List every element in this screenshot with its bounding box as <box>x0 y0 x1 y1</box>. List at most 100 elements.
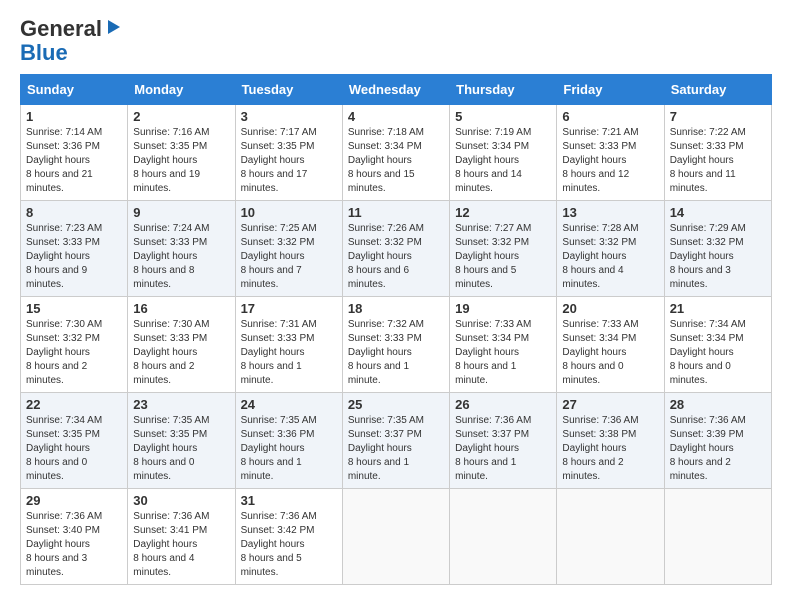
logo-general-text: General <box>20 16 102 42</box>
day-info: Sunrise: 7:23 AMSunset: 3:33 PMDaylight … <box>26 222 122 292</box>
day-number: 21 <box>670 301 766 316</box>
calendar-cell <box>450 489 557 585</box>
calendar-cell: 6 Sunrise: 7:21 AMSunset: 3:33 PMDaylight… <box>557 105 664 201</box>
day-number: 12 <box>455 205 551 220</box>
day-number: 14 <box>670 205 766 220</box>
day-number: 10 <box>241 205 337 220</box>
calendar-week-row: 8 Sunrise: 7:23 AMSunset: 3:33 PMDaylight… <box>21 201 772 297</box>
calendar-cell: 13 Sunrise: 7:28 AMSunset: 3:32 PMDayligh… <box>557 201 664 297</box>
logo: General Blue <box>20 16 122 66</box>
calendar-cell: 1 Sunrise: 7:14 AMSunset: 3:36 PMDaylight… <box>21 105 128 201</box>
day-info: Sunrise: 7:25 AMSunset: 3:32 PMDaylight … <box>241 222 337 292</box>
day-number: 19 <box>455 301 551 316</box>
weekday-header-saturday: Saturday <box>664 75 771 105</box>
day-info: Sunrise: 7:36 AMSunset: 3:40 PMDaylight … <box>26 510 122 580</box>
calendar-cell: 23Sunrise: 7:35 AMSunset: 3:35 PMDayligh… <box>128 393 235 489</box>
day-number: 16 <box>133 301 229 316</box>
day-info: Sunrise: 7:31 AMSunset: 3:33 PMDaylight … <box>241 318 337 388</box>
day-info: Sunrise: 7:36 AMSunset: 3:37 PMDaylight … <box>455 414 551 484</box>
day-info: Sunrise: 7:30 AMSunset: 3:32 PMDaylight … <box>26 318 122 388</box>
calendar-cell: 12 Sunrise: 7:27 AMSunset: 3:32 PMDayligh… <box>450 201 557 297</box>
day-info: Sunrise: 7:14 AMSunset: 3:36 PMDaylight … <box>26 126 122 196</box>
day-info: Sunrise: 7:33 AMSunset: 3:34 PMDaylight … <box>455 318 551 388</box>
weekday-header-monday: Monday <box>128 75 235 105</box>
day-info: Sunrise: 7:26 AMSunset: 3:32 PMDaylight … <box>348 222 444 292</box>
calendar-week-row: 15 Sunrise: 7:30 AMSunset: 3:32 PMDayligh… <box>21 297 772 393</box>
day-number: 30 <box>133 493 229 508</box>
calendar-cell: 19 Sunrise: 7:33 AMSunset: 3:34 PMDayligh… <box>450 297 557 393</box>
calendar-cell: 14 Sunrise: 7:29 AMSunset: 3:32 PMDayligh… <box>664 201 771 297</box>
day-info: Sunrise: 7:32 AMSunset: 3:33 PMDaylight … <box>348 318 444 388</box>
day-number: 27 <box>562 397 658 412</box>
day-info: Sunrise: 7:36 AMSunset: 3:38 PMDaylight … <box>562 414 658 484</box>
day-info: Sunrise: 7:35 AMSunset: 3:37 PMDaylight … <box>348 414 444 484</box>
day-info: Sunrise: 7:36 AMSunset: 3:42 PMDaylight … <box>241 510 337 580</box>
day-info: Sunrise: 7:27 AMSunset: 3:32 PMDaylight … <box>455 222 551 292</box>
day-info: Sunrise: 7:34 AMSunset: 3:35 PMDaylight … <box>26 414 122 484</box>
day-number: 24 <box>241 397 337 412</box>
calendar-header-row: SundayMondayTuesdayWednesdayThursdayFrid… <box>21 75 772 105</box>
calendar-cell: 8 Sunrise: 7:23 AMSunset: 3:33 PMDaylight… <box>21 201 128 297</box>
calendar-cell: 25Sunrise: 7:35 AMSunset: 3:37 PMDayligh… <box>342 393 449 489</box>
calendar-cell <box>664 489 771 585</box>
calendar-cell: 26 Sunrise: 7:36 AMSunset: 3:37 PMDayligh… <box>450 393 557 489</box>
day-number: 20 <box>562 301 658 316</box>
day-number: 28 <box>670 397 766 412</box>
day-number: 18 <box>348 301 444 316</box>
day-number: 31 <box>241 493 337 508</box>
day-info: Sunrise: 7:16 AMSunset: 3:35 PMDaylight … <box>133 126 229 196</box>
day-info: Sunrise: 7:30 AMSunset: 3:33 PMDaylight … <box>133 318 229 388</box>
calendar-cell: 27 Sunrise: 7:36 AMSunset: 3:38 PMDayligh… <box>557 393 664 489</box>
weekday-header-tuesday: Tuesday <box>235 75 342 105</box>
day-number: 4 <box>348 109 444 124</box>
calendar-cell <box>557 489 664 585</box>
day-info: Sunrise: 7:24 AMSunset: 3:33 PMDaylight … <box>133 222 229 292</box>
day-info: Sunrise: 7:21 AMSunset: 3:33 PMDaylight … <box>562 126 658 196</box>
weekday-header-wednesday: Wednesday <box>342 75 449 105</box>
day-info: Sunrise: 7:28 AMSunset: 3:32 PMDaylight … <box>562 222 658 292</box>
day-number: 7 <box>670 109 766 124</box>
calendar-cell: 22 Sunrise: 7:34 AMSunset: 3:35 PMDayligh… <box>21 393 128 489</box>
calendar-cell: 7 Sunrise: 7:22 AMSunset: 3:33 PMDaylight… <box>664 105 771 201</box>
day-number: 15 <box>26 301 122 316</box>
calendar-week-row: 22 Sunrise: 7:34 AMSunset: 3:35 PMDayligh… <box>21 393 772 489</box>
calendar-week-row: 29Sunrise: 7:36 AMSunset: 3:40 PMDayligh… <box>21 489 772 585</box>
day-number: 1 <box>26 109 122 124</box>
calendar-cell: 20 Sunrise: 7:33 AMSunset: 3:34 PMDayligh… <box>557 297 664 393</box>
calendar-week-row: 1 Sunrise: 7:14 AMSunset: 3:36 PMDaylight… <box>21 105 772 201</box>
calendar-cell: 15 Sunrise: 7:30 AMSunset: 3:32 PMDayligh… <box>21 297 128 393</box>
calendar-cell: 16 Sunrise: 7:30 AMSunset: 3:33 PMDayligh… <box>128 297 235 393</box>
day-info: Sunrise: 7:33 AMSunset: 3:34 PMDaylight … <box>562 318 658 388</box>
day-info: Sunrise: 7:36 AMSunset: 3:39 PMDaylight … <box>670 414 766 484</box>
day-number: 11 <box>348 205 444 220</box>
day-info: Sunrise: 7:35 AMSunset: 3:36 PMDaylight … <box>241 414 337 484</box>
day-info: Sunrise: 7:29 AMSunset: 3:32 PMDaylight … <box>670 222 766 292</box>
calendar-cell: 2 Sunrise: 7:16 AMSunset: 3:35 PMDaylight… <box>128 105 235 201</box>
day-number: 2 <box>133 109 229 124</box>
calendar-cell: 4 Sunrise: 7:18 AMSunset: 3:34 PMDaylight… <box>342 105 449 201</box>
day-info: Sunrise: 7:22 AMSunset: 3:33 PMDaylight … <box>670 126 766 196</box>
day-info: Sunrise: 7:17 AMSunset: 3:35 PMDaylight … <box>241 126 337 196</box>
day-number: 5 <box>455 109 551 124</box>
calendar-cell: 9 Sunrise: 7:24 AMSunset: 3:33 PMDaylight… <box>128 201 235 297</box>
day-number: 9 <box>133 205 229 220</box>
day-number: 13 <box>562 205 658 220</box>
day-number: 6 <box>562 109 658 124</box>
weekday-header-sunday: Sunday <box>21 75 128 105</box>
day-number: 26 <box>455 397 551 412</box>
logo-blue-text: Blue <box>20 40 68 65</box>
calendar-cell: 3Sunrise: 7:17 AMSunset: 3:35 PMDaylight… <box>235 105 342 201</box>
calendar-cell: 5 Sunrise: 7:19 AMSunset: 3:34 PMDaylight… <box>450 105 557 201</box>
day-info: Sunrise: 7:18 AMSunset: 3:34 PMDaylight … <box>348 126 444 196</box>
calendar-cell: 30Sunrise: 7:36 AMSunset: 3:41 PMDayligh… <box>128 489 235 585</box>
day-number: 22 <box>26 397 122 412</box>
calendar-cell: 11 Sunrise: 7:26 AMSunset: 3:32 PMDayligh… <box>342 201 449 297</box>
calendar-cell <box>342 489 449 585</box>
day-info: Sunrise: 7:19 AMSunset: 3:34 PMDaylight … <box>455 126 551 196</box>
day-number: 8 <box>26 205 122 220</box>
calendar-cell: 28 Sunrise: 7:36 AMSunset: 3:39 PMDayligh… <box>664 393 771 489</box>
day-info: Sunrise: 7:35 AMSunset: 3:35 PMDaylight … <box>133 414 229 484</box>
weekday-header-friday: Friday <box>557 75 664 105</box>
calendar-cell: 10 Sunrise: 7:25 AMSunset: 3:32 PMDayligh… <box>235 201 342 297</box>
calendar-cell: 21Sunrise: 7:34 AMSunset: 3:34 PMDayligh… <box>664 297 771 393</box>
